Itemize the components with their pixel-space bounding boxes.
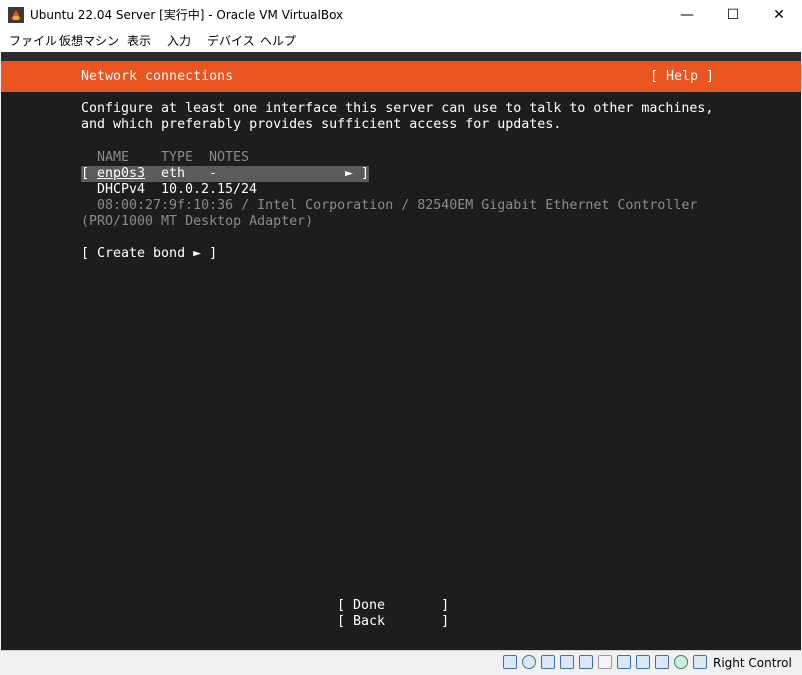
display-icon[interactable] [617, 655, 631, 669]
back-button[interactable]: [ Back ] [337, 614, 449, 630]
host-key-label: Right Control [713, 656, 792, 670]
hardware-info-line-2: (PRO/1000 MT Desktop Adapter) [81, 214, 314, 229]
network-icon[interactable] [560, 655, 574, 669]
arrow-right-icon: ► [345, 166, 354, 181]
window-title: Ubuntu 22.04 Server [実行中] - Oracle VM Vi… [30, 8, 344, 22]
dhcp-method: DHCPv4 [97, 182, 146, 197]
column-header-name: NAME [97, 150, 130, 165]
close-button[interactable]: ✕ [756, 0, 802, 30]
interface-type: eth [161, 166, 186, 181]
create-bond-button[interactable]: [ Create bond ► ] [81, 246, 217, 262]
vm-display[interactable]: Network connections [ Help ] Configure a… [1, 52, 801, 650]
menu-help[interactable]: ヘルプ [260, 30, 296, 52]
menu-view[interactable]: 表示 [127, 30, 151, 52]
intro-text-line-1: Configure at least one interface this se… [81, 101, 714, 116]
menu-file[interactable]: ファイル [9, 30, 57, 52]
help-button[interactable]: [ Help ] [650, 69, 714, 85]
menu-machine[interactable]: 仮想マシン [59, 30, 119, 52]
virtualbox-app-icon [8, 7, 24, 23]
audio-icon[interactable] [541, 655, 555, 669]
status-bar: Right Control [0, 650, 802, 675]
keyboard-icon[interactable] [693, 655, 707, 669]
row-close-bracket: ] [361, 166, 370, 181]
usb-icon[interactable] [579, 655, 593, 669]
optical-disk-icon[interactable] [522, 655, 536, 669]
hardware-info-line-1: 08:00:27:9f:10:36 / Intel Corporation / … [97, 198, 698, 213]
done-button[interactable]: [ Done ] [337, 598, 449, 614]
menu-devices[interactable]: デバイス [207, 30, 255, 52]
interface-name: enp0s3 [97, 166, 146, 181]
row-open-bracket: [ [81, 166, 90, 181]
video-capture-icon[interactable] [636, 655, 650, 669]
maximize-button[interactable]: ☐ [710, 0, 756, 30]
column-header-type: TYPE [161, 150, 194, 165]
intro-text-line-2: and which preferably provides sufficient… [81, 117, 562, 132]
menu-bar: ファイル 仮想マシン 表示 入力 デバイス ヘルプ [0, 30, 802, 52]
interface-notes: - [209, 166, 218, 181]
shared-folders-icon[interactable] [598, 655, 612, 669]
menu-input[interactable]: 入力 [167, 30, 191, 52]
ip-address: 10.0.2.15/24 [161, 182, 258, 197]
page-title: Network connections [81, 69, 234, 84]
title-bar: Ubuntu 22.04 Server [実行中] - Oracle VM Vi… [0, 0, 802, 30]
mouse-integration-icon[interactable] [674, 655, 688, 669]
column-header-notes: NOTES [209, 150, 250, 165]
virtualization-icon[interactable] [655, 655, 669, 669]
installer-screen: Network connections [ Help ] Configure a… [1, 61, 801, 650]
hard-disk-icon[interactable] [503, 655, 517, 669]
installer-header: Network connections [ Help ] [1, 61, 801, 92]
minimize-button[interactable]: — [664, 0, 710, 30]
